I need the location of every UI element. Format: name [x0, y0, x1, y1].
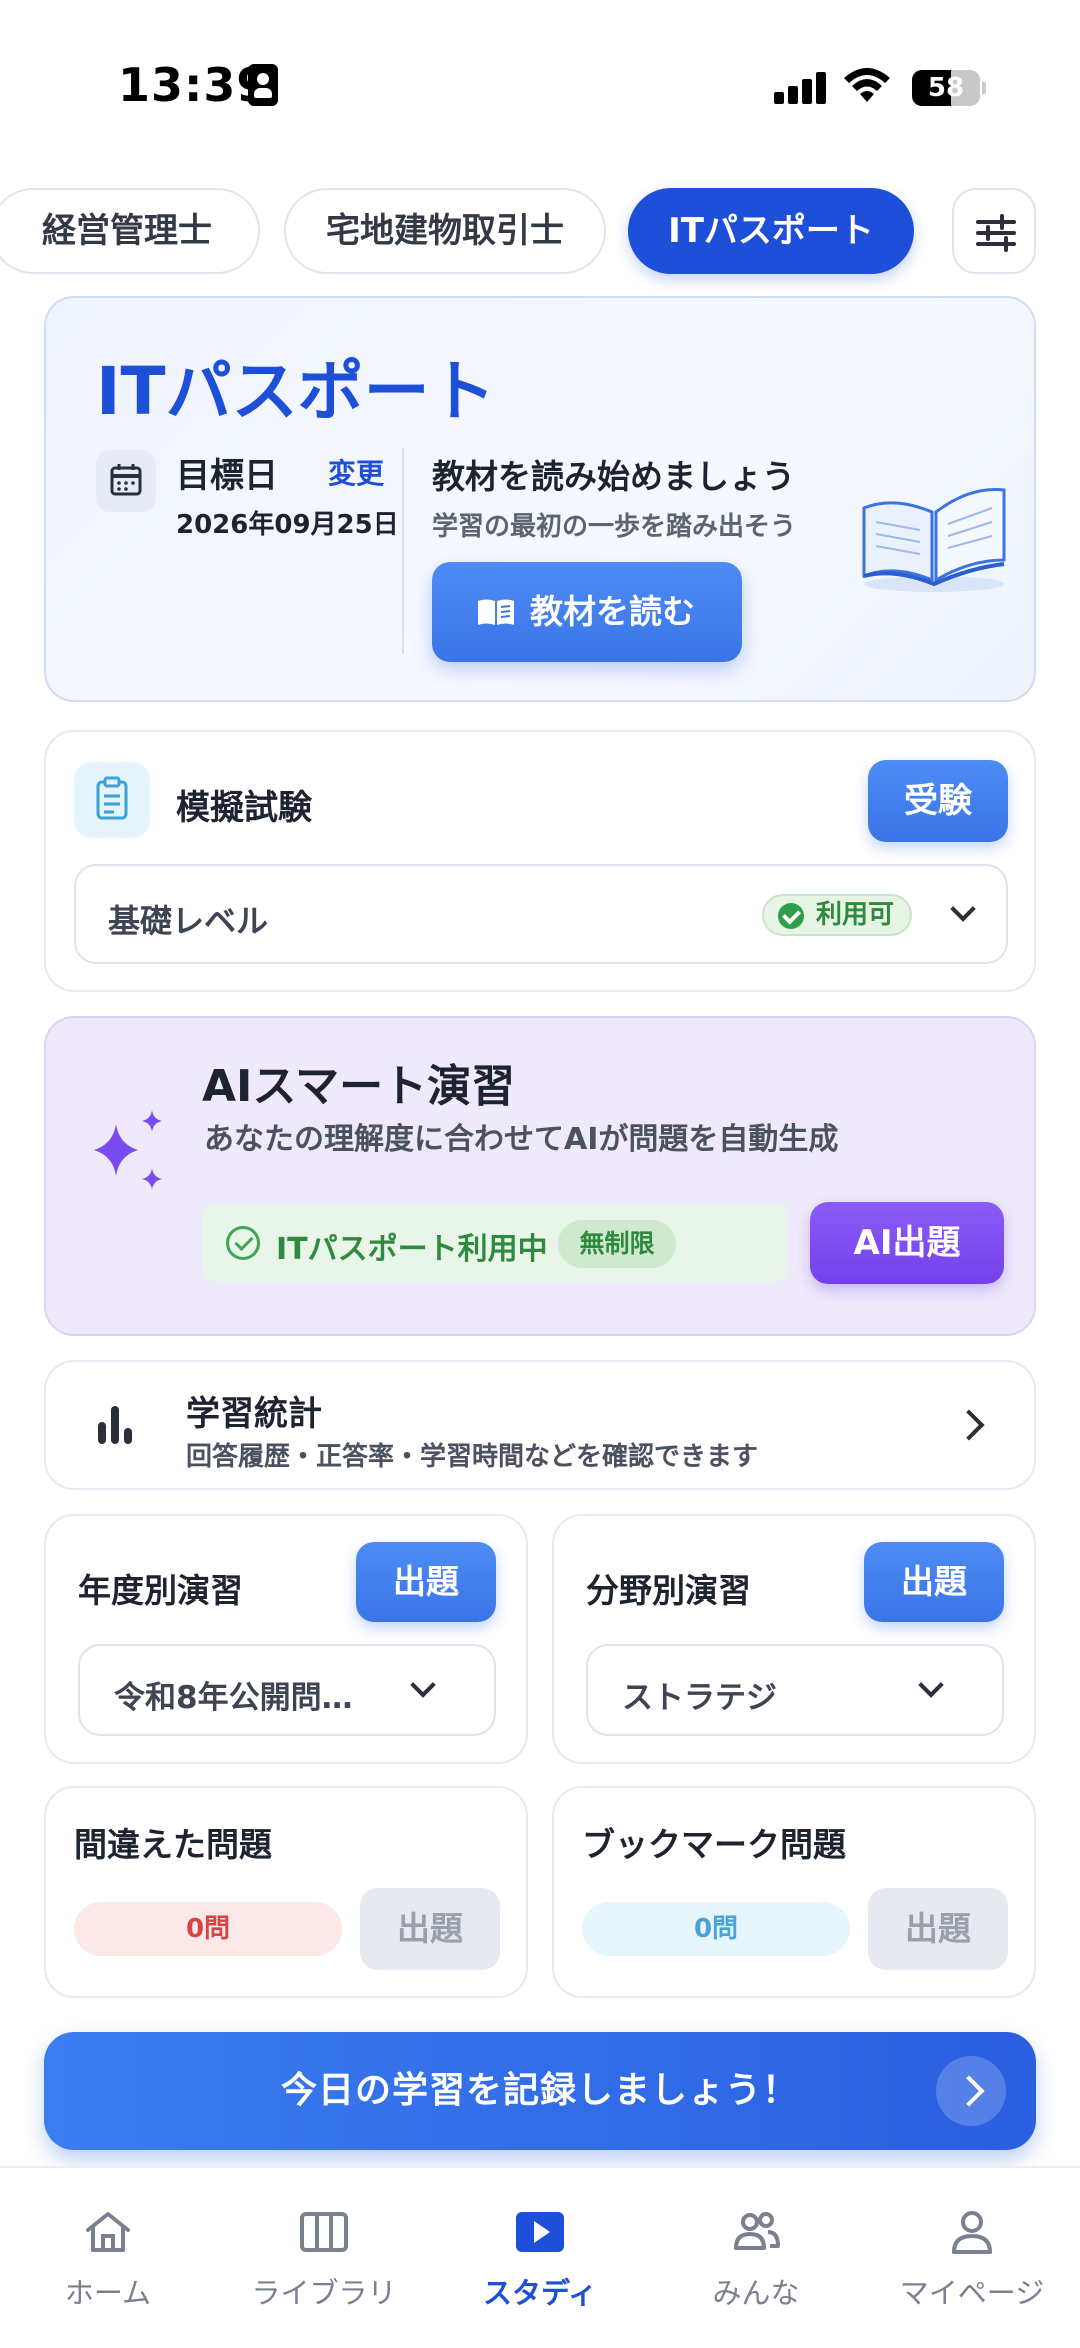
home-icon	[86, 2212, 130, 2252]
year-practice-title: 年度別演習	[78, 1571, 243, 1610]
library-icon	[300, 2212, 348, 2252]
chevron-right-icon	[936, 2056, 1006, 2126]
bar-chart-icon	[98, 1404, 134, 1444]
clipboard-icon	[74, 762, 150, 838]
book-illustration-icon	[862, 487, 1006, 592]
target-date-label: 目標日	[176, 456, 278, 496]
sparkle-icon	[94, 1110, 162, 1190]
learning-stats-row[interactable]: 学習統計 回答履歴・正答率・学習時間などを確認できます	[44, 1360, 1036, 1490]
cellular-signal-icon	[774, 70, 828, 104]
hero-title: ITパスポート	[96, 353, 496, 430]
stats-subtitle: 回答履歴・正答率・学習時間などを確認できます	[186, 1442, 759, 1472]
study-screen: 13:39 58 経営管理士 宅地建物取引士 ITパスポート ITパスポート 目…	[0, 0, 1080, 2348]
chip-management-consultant[interactable]: 経営管理士	[0, 188, 260, 274]
available-label: 利用可	[816, 900, 895, 930]
wrong-questions-card: 間違えた問題 0問 出題	[44, 1786, 528, 1998]
change-target-date-link[interactable]: 変更	[328, 452, 384, 492]
take-exam-button[interactable]: 受験	[868, 760, 1008, 842]
calendar-icon	[96, 450, 156, 512]
ai-usage-status: ITパスポート利用中 無制限	[202, 1204, 788, 1282]
year-practice-start-button[interactable]: 出題	[356, 1542, 496, 1622]
target-date-value: 2026年09月25日	[176, 510, 399, 540]
read-material-button[interactable]: 教材を読む	[432, 562, 742, 662]
read-material-label: 教材を読む	[530, 592, 695, 631]
wrong-questions-title: 間違えた問題	[74, 1825, 272, 1864]
year-dropdown[interactable]: 令和8年公開問…	[78, 1644, 496, 1736]
wifi-icon	[844, 68, 890, 102]
bookmark-questions-count: 0問	[582, 1902, 850, 1956]
record-study-label: 今日の学習を記録しましょう！	[280, 2070, 799, 2111]
tab-community[interactable]: みんな	[648, 2168, 864, 2348]
field-practice-card: 分野別演習 出題 ストラテジ	[552, 1514, 1036, 1764]
chevron-down-icon	[410, 1672, 436, 1698]
bookmark-questions-card: ブックマーク問題 0問 出題	[552, 1786, 1036, 1998]
sliders-icon	[976, 214, 1016, 252]
tab-mypage-label: マイページ	[899, 2276, 1045, 2310]
ai-generate-button[interactable]: AI出題	[810, 1202, 1004, 1284]
year-practice-card: 年度別演習 出題 令和8年公開問…	[44, 1514, 528, 1764]
check-circle-icon	[226, 1226, 260, 1260]
chevron-right-icon	[953, 1409, 985, 1441]
bottom-tab-bar: ホーム ライブラリ スタディ みんな マイページ	[0, 2166, 1080, 2348]
filter-button[interactable]	[952, 188, 1036, 274]
unlimited-badge: 無制限	[558, 1220, 676, 1268]
stats-title: 学習統計	[186, 1394, 322, 1434]
tab-study-label: スタディ	[483, 2276, 597, 2310]
ai-practice-title: AIスマート演習	[202, 1061, 516, 1112]
tab-community-label: みんな	[712, 2276, 800, 2310]
level-value: 基礎レベル	[108, 902, 269, 940]
play-icon	[516, 2212, 564, 2252]
tab-library[interactable]: ライブラリ	[216, 2168, 432, 2348]
field-practice-start-button[interactable]: 出題	[864, 1542, 1004, 1622]
battery-percent: 58	[927, 73, 965, 103]
status-bar: 13:39 58	[0, 0, 1080, 150]
battery-icon: 58	[912, 70, 986, 106]
ai-practice-subtitle: あなたの理解度に合わせてAIが問題を自動生成	[204, 1122, 839, 1157]
hero-subtitle: 学習の最初の一歩を踏み出そう	[432, 512, 797, 542]
bookmark-questions-start-button[interactable]: 出題	[868, 1888, 1008, 1970]
chip-it-passport[interactable]: ITパスポート	[628, 188, 914, 274]
tab-mypage[interactable]: マイページ	[864, 2168, 1080, 2348]
record-study-button[interactable]: 今日の学習を記録しましょう！	[44, 2032, 1036, 2150]
ai-usage-status-text: ITパスポート利用中	[276, 1232, 548, 1267]
field-practice-title: 分野別演習	[586, 1571, 751, 1610]
status-time: 13:39	[118, 58, 270, 112]
divider	[402, 448, 404, 654]
year-dropdown-value: 令和8年公開問…	[114, 1680, 353, 1716]
ai-smart-practice-card: AIスマート演習 あなたの理解度に合わせてAIが問題を自動生成 ITパスポート利…	[44, 1016, 1036, 1336]
mock-exam-title: 模擬試験	[176, 788, 312, 828]
mock-exam-card: 模擬試験 受験 基礎レベル 利用可	[44, 730, 1036, 992]
open-book-icon	[478, 599, 514, 625]
hero-heading: 教材を読み始めましょう	[432, 457, 795, 496]
wrong-questions-start-button[interactable]: 出題	[360, 1888, 500, 1970]
bookmark-questions-title: ブックマーク問題	[582, 1825, 846, 1864]
tab-home-label: ホーム	[64, 2276, 152, 2310]
field-dropdown[interactable]: ストラテジ	[586, 1644, 1004, 1736]
chevron-down-icon	[918, 1672, 944, 1698]
exam-hero-card: ITパスポート 目標日 変更 2026年09月25日 教材を読み始めましょう 学…	[44, 296, 1036, 702]
chip-real-estate[interactable]: 宅地建物取引士	[284, 188, 606, 274]
exam-category-tabs: 経営管理士 宅地建物取引士 ITパスポート	[0, 188, 1080, 276]
field-dropdown-value: ストラテジ	[622, 1680, 777, 1716]
level-dropdown[interactable]: 基礎レベル 利用可	[74, 864, 1008, 964]
available-badge: 利用可	[762, 894, 912, 936]
wrong-questions-count: 0問	[74, 1902, 342, 1956]
id-card-icon	[248, 64, 278, 106]
person-icon	[952, 2211, 992, 2254]
tab-home[interactable]: ホーム	[0, 2168, 216, 2348]
chevron-down-icon	[950, 896, 976, 922]
people-icon	[734, 2212, 780, 2250]
tab-study[interactable]: スタディ	[432, 2168, 648, 2348]
tab-library-label: ライブラリ	[251, 2276, 397, 2310]
check-circle-icon	[778, 903, 804, 929]
